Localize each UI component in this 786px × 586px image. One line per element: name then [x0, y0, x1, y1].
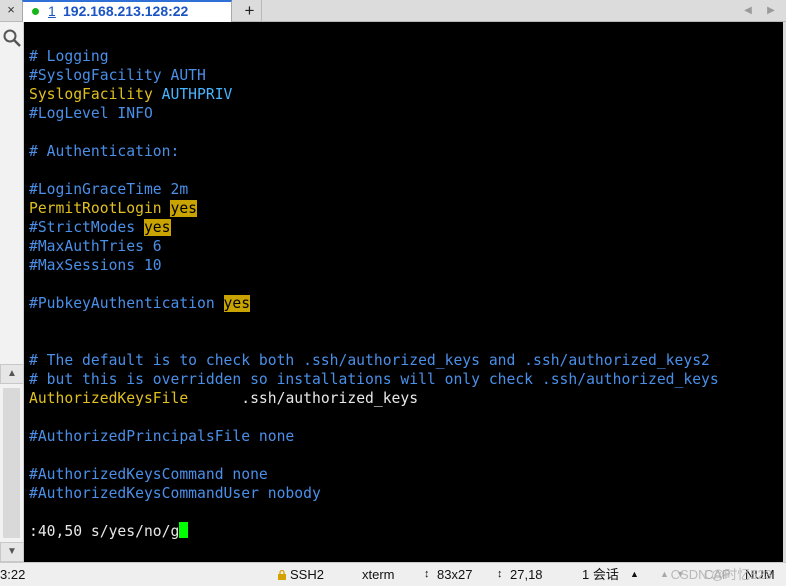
text-cursor [179, 522, 189, 538]
size-icon: ↕ [424, 568, 430, 580]
terminal-text-segment: #AuthorizedKeysCommandUser nobody [29, 485, 321, 502]
search-icon[interactable] [2, 28, 22, 48]
tab-scroll-right-icon[interactable]: ▶ [762, 0, 780, 22]
session-tab[interactable]: 1 192.168.213.128:22 [22, 0, 232, 22]
terminal-text-segment: # Logging [29, 48, 109, 65]
terminal-line: PermitRootLogin yes [29, 199, 719, 218]
cursor-position-label: 27,18 [510, 567, 543, 582]
terminal-line: #AuthorizedKeysCommandUser nobody [29, 484, 719, 503]
scrollbar-thumb[interactable] [3, 388, 20, 538]
search-highlight: yes [143, 219, 171, 236]
terminal-line: # Authentication: [29, 142, 719, 161]
terminal-line: #MaxSessions 10 [29, 256, 719, 275]
left-scrollbar[interactable]: ▲ ▼ [0, 364, 24, 562]
terminal-line: SyslogFacility AUTHPRIV [29, 85, 719, 104]
terminal-line: #PubkeyAuthentication yes [29, 294, 719, 313]
terminal-text-segment: AUTHPRIV [161, 86, 233, 103]
terminal-text-segment: #LoginGraceTime 2m [29, 181, 189, 198]
terminal-text-segment: AuthorizedKeysFile [29, 390, 242, 407]
scroll-lock-up-icon: ▲ [660, 569, 669, 579]
terminal-line: #LoginGraceTime 2m [29, 180, 719, 199]
terminal-text-segment: #MaxSessions 10 [29, 257, 162, 274]
clock-fragment: 3:22 [0, 567, 26, 582]
terminal-line: #AuthorizedPrincipalsFile none [29, 427, 719, 446]
terminal-text-segment: # Authentication: [29, 143, 180, 160]
position-icon: ↕ [497, 568, 503, 580]
session-count-label: 1 会话 [582, 567, 619, 582]
terminal-text-segment: :40,50 s/yes/no/g [29, 523, 180, 540]
terminal-line: # The default is to check both .ssh/auth… [29, 351, 719, 370]
tab-number: 1 [48, 3, 56, 19]
terminal-text-segment: .ssh/authorized_keys [241, 390, 419, 407]
sessions-dropdown-icon[interactable]: ▲ [630, 563, 639, 586]
terminal-text-segment: #LogLevel INFO [29, 105, 153, 122]
tab-title: 192.168.213.128:22 [63, 3, 189, 19]
terminal-line: :40,50 s/yes/no/g [29, 522, 719, 541]
terminal-line: #AuthorizedKeysCommand none [29, 465, 719, 484]
terminal-size-label: 83x27 [437, 567, 473, 582]
terminal-text-segment: PermitRootLogin [29, 200, 171, 217]
terminal-line: #LogLevel INFO [29, 104, 719, 123]
terminal-text-segment: SyslogFacility [29, 86, 162, 103]
terminal-text-segment: #PubkeyAuthentication [29, 295, 224, 312]
terminal-line: # but this is overridden so installation… [29, 370, 719, 389]
new-tab-button[interactable]: + [238, 0, 262, 22]
terminal-line: #StrictModes yes [29, 218, 719, 237]
close-tab-icon[interactable]: × [0, 0, 22, 22]
search-highlight: yes [223, 295, 251, 312]
terminal-text-segment: #AuthorizedPrincipalsFile none [29, 428, 295, 445]
left-tool-strip: ▲ ▼ [0, 22, 24, 562]
search-highlight: yes [170, 200, 198, 217]
terminal-text-segment: #SyslogFacility AUTH [29, 67, 206, 84]
terminal-text-segment: #StrictModes [29, 219, 144, 236]
terminal-line: #MaxAuthTries 6 [29, 237, 719, 256]
terminal-line: # Logging [29, 47, 719, 66]
watermark: CSDN @时忆523 [670, 567, 772, 582]
protocol-label: SSH2 [290, 567, 324, 582]
scroll-down-icon[interactable]: ▼ [0, 542, 24, 562]
scroll-up-icon[interactable]: ▲ [0, 364, 24, 384]
terminal-type-label: xterm [362, 567, 395, 582]
terminal-screen[interactable]: # Logging #SyslogFacility AUTH SyslogFacil… [24, 22, 783, 562]
terminal-text-segment: #MaxAuthTries 6 [29, 238, 162, 255]
terminal-line: #SyslogFacility AUTH [29, 66, 719, 85]
connected-status-icon [32, 8, 39, 15]
terminal-text-segment: # but this is overridden so installation… [29, 371, 719, 388]
terminal-text-segment: # The default is to check both .ssh/auth… [29, 352, 710, 369]
terminal-text: # Logging #SyslogFacility AUTH SyslogFacil… [29, 47, 719, 541]
tab-bar: × 1 192.168.213.128:22 + ◀ ▶ [0, 0, 786, 22]
terminal-line: AuthorizedKeysFile .ssh/authorized_keys [29, 389, 719, 408]
tab-scroll-left-icon[interactable]: ◀ [739, 0, 757, 22]
lock-icon [278, 570, 286, 580]
terminal-text-segment: #AuthorizedKeysCommand none [29, 466, 268, 483]
status-bar: 3:22 SSH2 xterm ↕ 83x27 ↕ 27,18 1 会话 ▲ ▲… [0, 562, 786, 586]
